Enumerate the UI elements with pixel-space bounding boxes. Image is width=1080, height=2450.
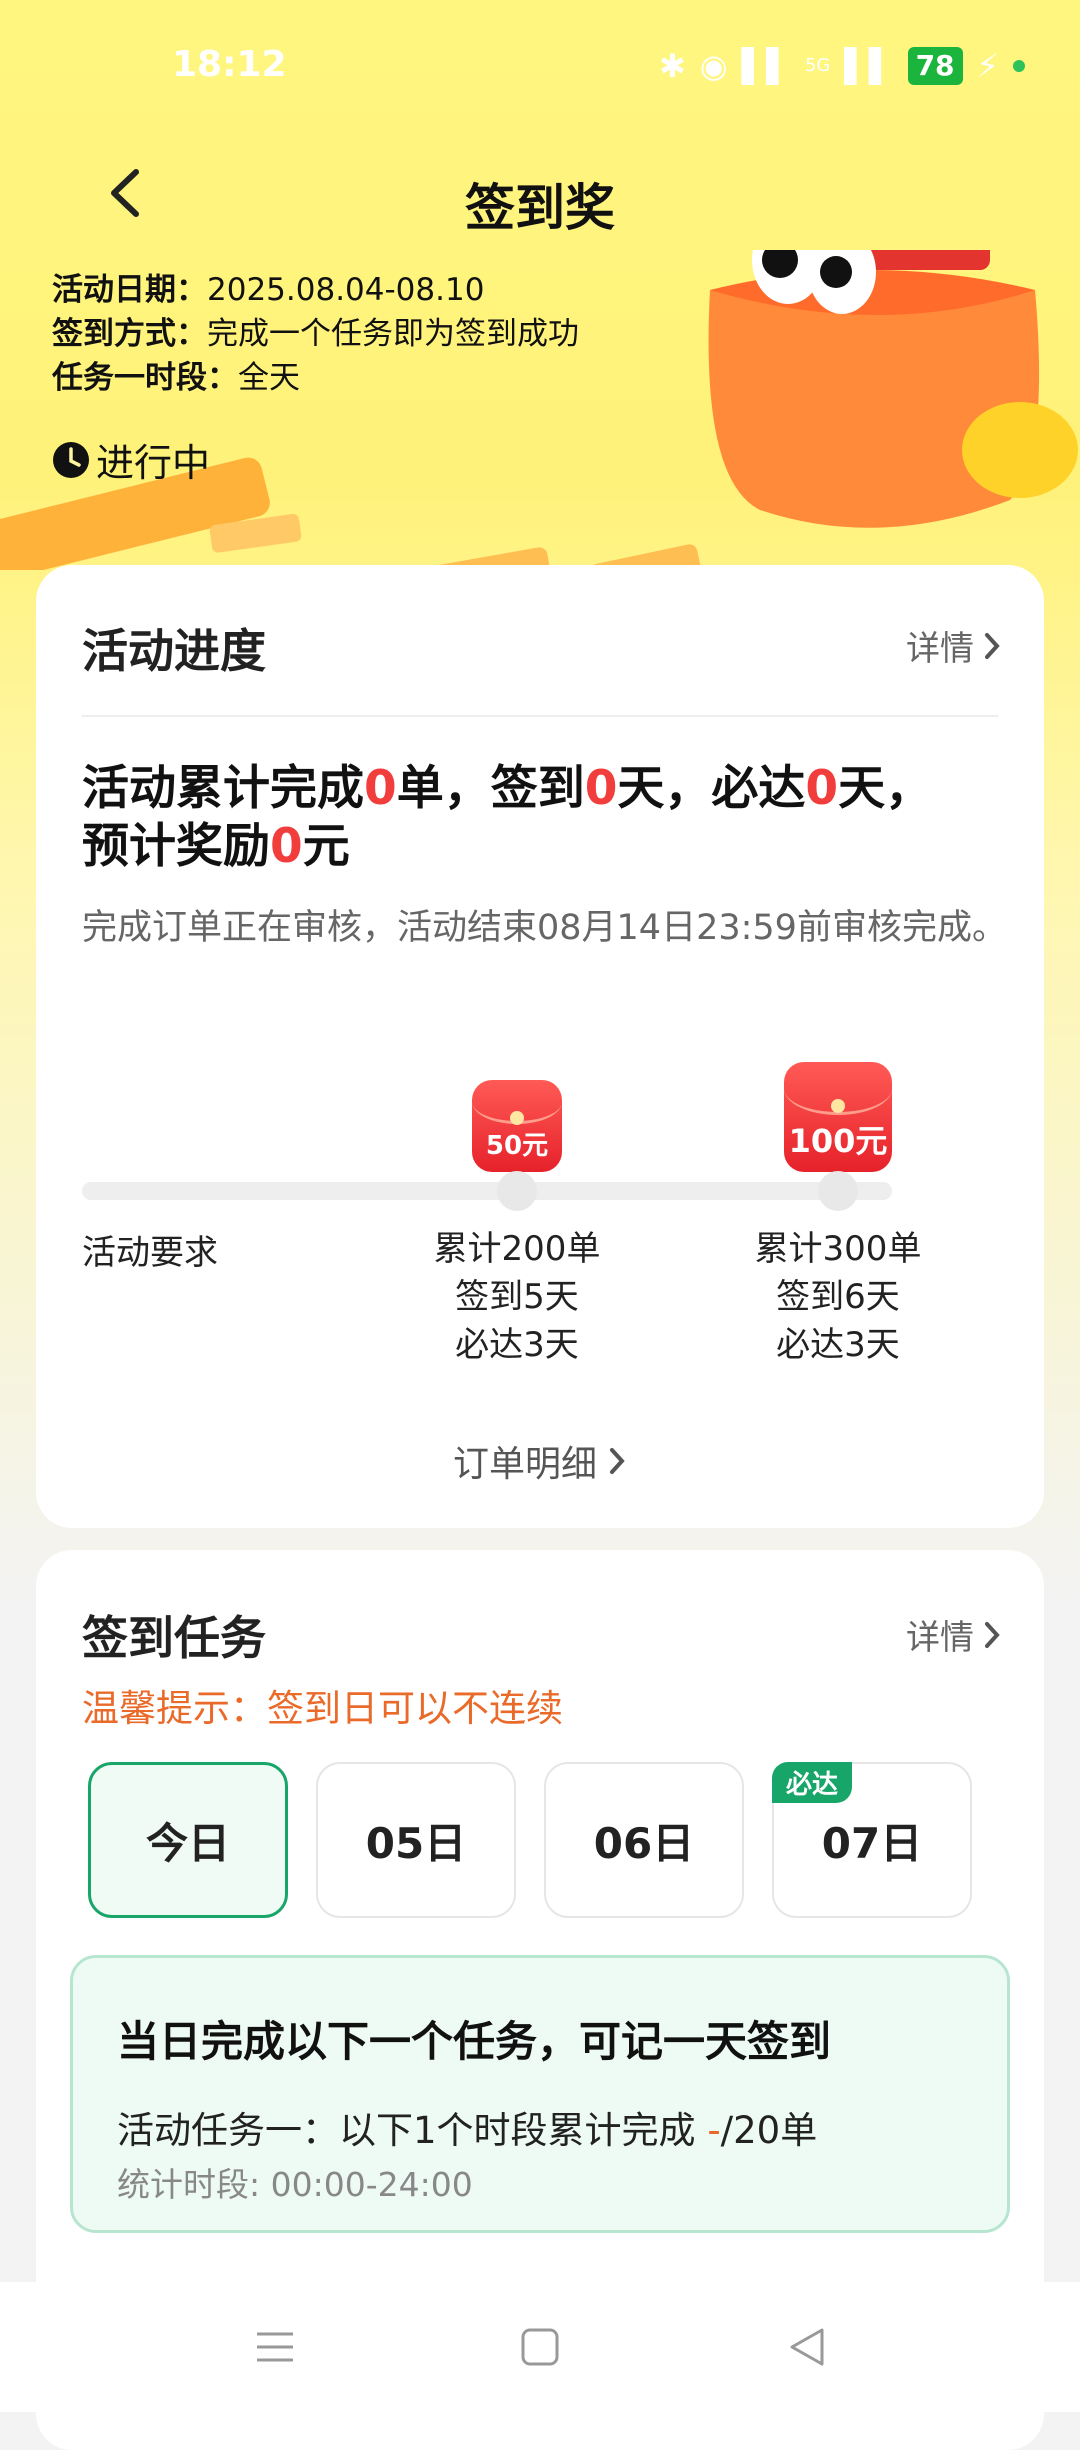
signin-title: 签到任务 <box>82 1611 266 1665</box>
estimated-reward: 0 <box>270 819 303 874</box>
progress-detail-link[interactable]: 详情 <box>906 621 1002 670</box>
signal-icon: ▌▌ <box>741 47 791 85</box>
signal-icon-2: ▌▌ <box>844 47 894 85</box>
activity-progress-card: 活动进度 详情 活动累计完成0单，签到0天，必达0天， 预计奖励0元 完成订单正在… <box>36 565 1044 1528</box>
day-label: 06日 <box>593 1818 695 1868</box>
chevron-right-icon <box>610 1448 625 1474</box>
day-label: 今日 <box>145 1818 230 1868</box>
task-prefix: 活动任务一：以下1个时段累计完成 <box>117 2109 708 2152</box>
reward-amount: 100元 <box>788 1122 888 1160</box>
reward-redpacket-100: 100元 <box>784 1062 892 1172</box>
method-label: 签到方式： <box>52 316 207 352</box>
day-label: 05日 <box>365 1818 467 1868</box>
milestone-must: 必达3天 <box>455 1325 579 1365</box>
signin-detail-link[interactable]: 详情 <box>906 1610 1002 1659</box>
day-tab-05[interactable]: 05日 <box>316 1762 516 1918</box>
milestone-requirements: 累计300单 签到6天 必达3天 <box>738 1225 938 1369</box>
day-tab-07[interactable]: 必达 07日 <box>772 1762 972 1918</box>
location-icon: ◉ <box>699 47 728 85</box>
page-title: 签到奖 <box>465 179 615 237</box>
milestone-orders: 累计300单 <box>754 1229 922 1269</box>
period-value: 全天 <box>238 360 300 396</box>
task-target: /20单 <box>720 2109 818 2152</box>
completed-orders-count: 0 <box>364 761 397 816</box>
summary-text: 单，签到 <box>396 761 585 816</box>
must-days-count: 0 <box>805 761 839 816</box>
milestone-requirements: 累计200单 签到5天 必达3天 <box>417 1225 617 1369</box>
chevron-right-icon <box>985 632 1000 659</box>
chevron-right-icon <box>985 1621 1000 1648</box>
divider <box>82 715 998 717</box>
battery-indicator: 78 <box>907 47 963 85</box>
home-icon[interactable] <box>510 2322 570 2372</box>
network-type-icon: 5G <box>804 55 831 76</box>
requirement-label: 活动要求 <box>82 1233 218 1273</box>
activity-info: 活动日期：2025.08.04-08.10 签到方式：完成一个任务即为签到成功 … <box>52 268 579 400</box>
day-tab-today[interactable]: 今日 <box>88 1762 288 1918</box>
charging-icon: ⚡ <box>976 47 999 85</box>
summary-text: 预计奖励 <box>82 819 270 874</box>
milestone-node <box>818 1171 858 1211</box>
menu-icon[interactable] <box>245 2322 305 2372</box>
seal-icon <box>510 1111 524 1126</box>
activity-banner: 活动日期：2025.08.04-08.10 签到方式：完成一个任务即为签到成功 … <box>0 250 1080 570</box>
status-icons: ✱ ◉ ▌▌ 5G ▌▌ 78 ⚡ <box>659 46 1025 86</box>
status-text: 进行中 <box>96 441 211 485</box>
task-description: 活动任务一：以下1个时段累计完成 -/20单 <box>117 2100 817 2154</box>
task-heading: 当日完成以下一个任务，可记一天签到 <box>117 2017 832 2066</box>
progress-summary: 活动累计完成0单，签到0天，必达0天， 预计奖励0元 <box>82 760 998 876</box>
milestone-signin: 签到5天 <box>455 1277 579 1317</box>
reward-amount: 50元 <box>485 1131 549 1161</box>
clock-icon <box>53 441 89 478</box>
day-label: 07日 <box>821 1818 923 1868</box>
mascot-illustration <box>708 250 1078 528</box>
summary-text: 天，必达 <box>617 761 806 816</box>
app-header: 签到奖 <box>0 140 1080 250</box>
status-time: 18:12 <box>172 44 287 85</box>
must-badge: 必达 <box>772 1762 853 1803</box>
activity-status: 进行中 <box>52 432 210 487</box>
notification-dot <box>1013 60 1025 72</box>
day-tab-06[interactable]: 06日 <box>544 1762 744 1918</box>
system-nav-bar <box>0 2282 1080 2412</box>
progress-track <box>82 1182 892 1200</box>
date-label: 活动日期： <box>52 272 207 308</box>
detail-label: 详情 <box>906 629 974 669</box>
order-detail-label: 订单明细 <box>452 1444 597 1485</box>
task-progress: - <box>707 2109 721 2152</box>
back-nav-icon[interactable] <box>778 2322 838 2372</box>
order-detail-link[interactable]: 订单明细 <box>36 1435 1044 1487</box>
summary-text: 元 <box>302 819 350 874</box>
seal-icon <box>831 1099 845 1114</box>
milestone-must: 必达3天 <box>776 1325 900 1365</box>
signin-tip: 温馨提示：签到日可以不连续 <box>82 1687 563 1730</box>
task-period: 统计时段: 00:00-24:00 <box>117 2165 473 2204</box>
milestone-signin: 签到6天 <box>776 1277 900 1317</box>
status-bar: 18:12 ✱ ◉ ▌▌ 5G ▌▌ 78 ⚡ <box>0 0 1080 140</box>
detail-label: 详情 <box>906 1618 974 1658</box>
progress-title: 活动进度 <box>82 624 266 678</box>
milestone-orders: 累计200单 <box>433 1229 601 1269</box>
bluetooth-icon: ✱ <box>658 47 686 85</box>
date-value: 2025.08.04-08.10 <box>207 272 485 308</box>
period-label: 任务一时段： <box>52 360 238 396</box>
summary-text: 天， <box>838 761 933 816</box>
summary-text: 活动累计完成 <box>82 761 364 816</box>
method-value: 完成一个任务即为签到成功 <box>207 316 579 352</box>
signin-days-count: 0 <box>584 761 618 816</box>
reward-redpacket-50: 50元 <box>472 1080 562 1172</box>
milestone-node <box>497 1171 537 1211</box>
daily-task-box: 当日完成以下一个任务，可记一天签到 活动任务一：以下1个时段累计完成 -/20单… <box>70 1955 1010 2233</box>
audit-note: 完成订单正在审核，活动结束08月14日23:59前审核完成。 <box>82 908 1007 948</box>
